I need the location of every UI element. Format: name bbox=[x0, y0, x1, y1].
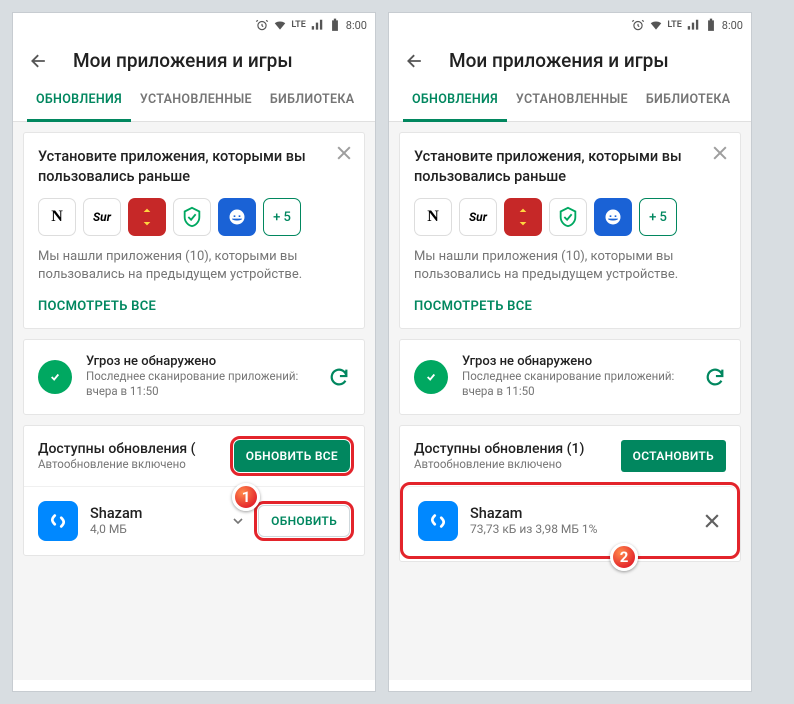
updates-title: Доступны обновления ( bbox=[38, 441, 224, 457]
app-size: 4,0 МБ bbox=[90, 522, 218, 536]
back-icon[interactable] bbox=[29, 51, 49, 71]
protect-title: Угроз не обнаружено bbox=[86, 354, 314, 369]
app-name: Shazam bbox=[470, 505, 690, 522]
battery-icon bbox=[328, 18, 342, 32]
updates-header: Доступны обновления ( Автообновление вкл… bbox=[24, 426, 364, 486]
phone-left: LTE 8:00 Мои приложения и игры ОБНОВЛЕНИ… bbox=[12, 12, 376, 692]
updates-subtitle: Автообновление включено bbox=[38, 457, 224, 471]
content: Установите приложения, которыми вы польз… bbox=[389, 122, 751, 680]
app-icon-notion[interactable]: N bbox=[38, 198, 76, 236]
page-title: Мои приложения и игры bbox=[449, 49, 669, 72]
more-apps-button[interactable]: + 5 bbox=[639, 198, 677, 236]
protect-card: Угроз не обнаружено Последнее сканирован… bbox=[23, 339, 365, 415]
battery-icon bbox=[704, 18, 718, 32]
app-icon-5[interactable] bbox=[218, 198, 256, 236]
content: Установите приложения, которыми вы польз… bbox=[13, 122, 375, 680]
network-label: LTE bbox=[291, 20, 305, 30]
protect-subtitle: Последнее сканирование приложений: вчера… bbox=[462, 369, 690, 400]
suggestions-title: Установите приложения, которыми вы польз… bbox=[414, 147, 726, 186]
wifi-icon bbox=[273, 18, 287, 32]
suggestions-subtitle: Мы нашли приложения (10), которыми вы по… bbox=[414, 248, 726, 284]
callout-1: 1 bbox=[232, 483, 260, 511]
status-bar: LTE 8:00 bbox=[13, 13, 375, 37]
tab-installed[interactable]: УСТАНОВЛЕННЫЕ bbox=[507, 80, 637, 121]
app-bar: Мои приложения и игры bbox=[13, 37, 375, 80]
app-icon-4[interactable] bbox=[173, 198, 211, 236]
more-apps-button[interactable]: + 5 bbox=[263, 198, 301, 236]
tab-library[interactable]: БИБЛИОТЕКА bbox=[637, 80, 740, 121]
shield-icon bbox=[38, 360, 72, 394]
tab-installed[interactable]: УСТАНОВЛЕННЫЕ bbox=[131, 80, 261, 121]
tab-updates[interactable]: ОБНОВЛЕНИЯ bbox=[27, 80, 131, 122]
tab-updates[interactable]: ОБНОВЛЕНИЯ bbox=[403, 80, 507, 122]
download-progress: 73,73 кБ из 3,98 МБ 1% bbox=[470, 522, 690, 536]
network-label: LTE bbox=[667, 20, 681, 30]
updates-subtitle: Автообновление включено bbox=[414, 457, 611, 471]
refresh-icon[interactable] bbox=[704, 366, 726, 388]
view-all-link[interactable]: ПОСМОТРЕТЬ ВСЕ bbox=[414, 299, 726, 314]
status-bar: LTE 8:00 bbox=[389, 13, 751, 37]
suggestions-card: Установите приложения, которыми вы польз… bbox=[23, 132, 365, 329]
updates-header: Доступны обновления (1) Автообновление в… bbox=[400, 426, 740, 486]
app-icon-3[interactable] bbox=[504, 198, 542, 236]
suggestions-title: Установите приложения, которыми вы польз… bbox=[38, 147, 350, 186]
protect-text: Угроз не обнаружено Последнее сканирован… bbox=[86, 354, 314, 400]
callout-2: 2 bbox=[610, 543, 638, 571]
update-all-button[interactable]: ОБНОВИТЬ ВСЕ bbox=[234, 440, 350, 472]
app-bar: Мои приложения и игры bbox=[389, 37, 751, 80]
app-icon-4[interactable] bbox=[549, 198, 587, 236]
app-icon-2[interactable]: Sur bbox=[459, 198, 497, 236]
shazam-icon bbox=[38, 501, 78, 541]
pending-app-row[interactable]: Shazam 4,0 МБ ОБНОВИТЬ bbox=[24, 486, 364, 555]
tabs: ОБНОВЛЕНИЯ УСТАНОВЛЕННЫЕ БИБЛИОТЕКА bbox=[389, 80, 751, 122]
signal-icon bbox=[686, 18, 700, 32]
protect-card: Угроз не обнаружено Последнее сканирован… bbox=[399, 339, 741, 415]
app-icon-3[interactable] bbox=[128, 198, 166, 236]
alarm-icon bbox=[631, 18, 645, 32]
app-name: Shazam bbox=[90, 505, 218, 522]
protect-subtitle: Последнее сканирование приложений: вчера… bbox=[86, 369, 314, 400]
downloading-app-row[interactable]: Shazam 73,73 кБ из 3,98 МБ 1% bbox=[404, 486, 736, 555]
refresh-icon[interactable] bbox=[328, 366, 350, 388]
signal-icon bbox=[310, 18, 324, 32]
alarm-icon bbox=[255, 18, 269, 32]
phone-right: LTE 8:00 Мои приложения и игры ОБНОВЛЕНИ… bbox=[388, 12, 752, 692]
tabs: ОБНОВЛЕНИЯ УСТАНОВЛЕННЫЕ БИБЛИОТЕКА bbox=[13, 80, 375, 122]
protect-text: Угроз не обнаружено Последнее сканирован… bbox=[462, 354, 690, 400]
app-icon-2[interactable]: Sur bbox=[83, 198, 121, 236]
close-icon[interactable] bbox=[710, 143, 730, 163]
chevron-down-icon[interactable] bbox=[230, 513, 246, 529]
updates-card: Доступны обновления ( Автообновление вкл… bbox=[23, 425, 365, 556]
back-icon[interactable] bbox=[405, 51, 425, 71]
suggestions-subtitle: Мы нашли приложения (10), которыми вы по… bbox=[38, 248, 350, 284]
suggestions-card: Установите приложения, которыми вы польз… bbox=[399, 132, 741, 329]
shield-icon bbox=[414, 360, 448, 394]
update-button[interactable]: ОБНОВИТЬ bbox=[258, 505, 350, 537]
suggested-apps-row: N Sur + 5 bbox=[414, 198, 726, 236]
cancel-download-icon[interactable] bbox=[702, 511, 722, 531]
app-icon-notion[interactable]: N bbox=[414, 198, 452, 236]
tab-library[interactable]: БИБЛИОТЕКА bbox=[261, 80, 364, 121]
clock-time: 8:00 bbox=[722, 19, 743, 32]
protect-title: Угроз не обнаружено bbox=[462, 354, 690, 369]
close-icon[interactable] bbox=[334, 143, 354, 163]
page-title: Мои приложения и игры bbox=[73, 49, 293, 72]
updates-card: Доступны обновления (1) Автообновление в… bbox=[399, 425, 741, 562]
wifi-icon bbox=[649, 18, 663, 32]
updates-title: Доступны обновления (1) bbox=[414, 441, 611, 457]
app-icon-5[interactable] bbox=[594, 198, 632, 236]
stop-button[interactable]: ОСТАНОВИТЬ bbox=[621, 440, 726, 472]
shazam-icon bbox=[418, 501, 458, 541]
suggested-apps-row: N Sur + 5 bbox=[38, 198, 350, 236]
view-all-link[interactable]: ПОСМОТРЕТЬ ВСЕ bbox=[38, 299, 350, 314]
clock-time: 8:00 bbox=[346, 19, 367, 32]
